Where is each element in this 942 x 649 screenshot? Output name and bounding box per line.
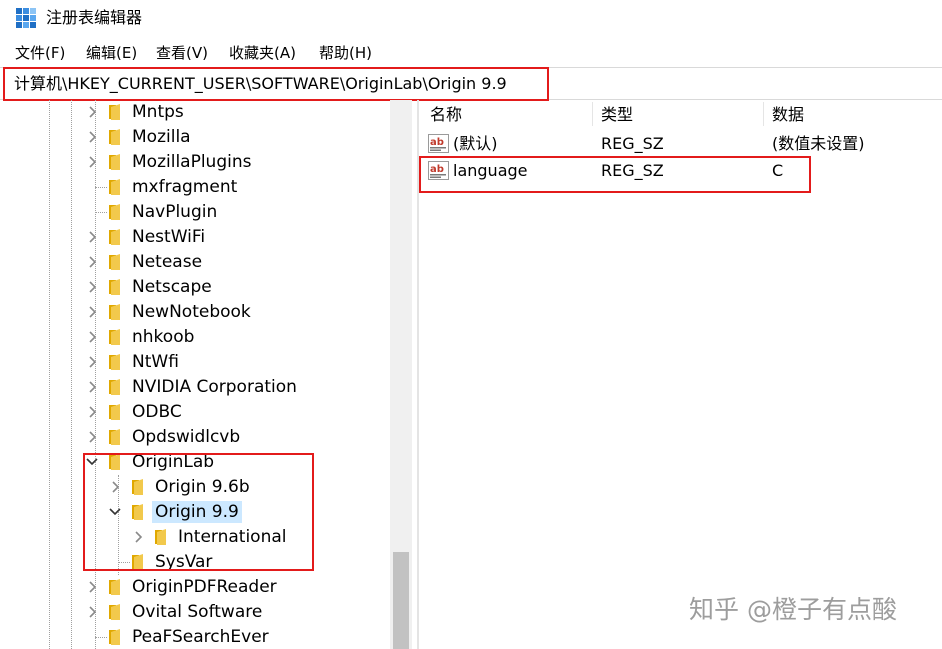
folder-icon (107, 628, 123, 646)
tree-item[interactable]: mxfragment (0, 175, 390, 200)
svg-text:ab: ab (430, 137, 444, 148)
tree-item[interactable]: Opdswidlcvb (0, 425, 390, 450)
chevron-right-icon[interactable] (85, 229, 99, 245)
folder-icon (107, 603, 123, 621)
tree-item-label: ODBC (132, 402, 182, 422)
menu-file[interactable]: 文件(F) (15, 43, 65, 63)
chevron-right-icon[interactable] (85, 254, 99, 270)
tree-item-label: NavPlugin (132, 202, 218, 222)
tree-item-label: MozillaPlugins (132, 152, 252, 172)
registry-editor-icon (16, 8, 36, 28)
folder-icon (107, 178, 123, 196)
tree-item-label: Mntps (132, 102, 184, 122)
tree-item[interactable]: nhkoob (0, 325, 390, 350)
tree-item[interactable]: Mntps (0, 100, 390, 125)
tree-item-label: Opdswidlcvb (132, 427, 241, 447)
chevron-right-icon[interactable] (85, 154, 99, 170)
folder-icon (107, 228, 123, 246)
folder-icon (107, 403, 123, 421)
tree-item[interactable]: NavPlugin (0, 200, 390, 225)
menu-edit[interactable]: 编辑(E) (86, 43, 137, 63)
column-header-name[interactable]: 名称 (430, 104, 462, 126)
tree-item[interactable]: PeaFSearchEver (0, 625, 390, 649)
tree-item[interactable]: OriginPDFReader (0, 575, 390, 600)
tree-item-label: mxfragment (132, 177, 238, 197)
tree-item-label: NVIDIA Corporation (132, 377, 297, 397)
watermark: 知乎 @橙子有点酸 (689, 595, 897, 624)
tree-item[interactable]: MozillaPlugins (0, 150, 390, 175)
address-highlight-box (3, 67, 549, 101)
folder-icon (107, 278, 123, 296)
column-separator[interactable] (763, 102, 764, 126)
value-name: (默认) (453, 134, 498, 153)
folder-icon (107, 153, 123, 171)
chevron-right-icon[interactable] (85, 354, 99, 370)
tree-item-label: Netscape (132, 277, 212, 297)
folder-icon (107, 203, 123, 221)
menu-view[interactable]: 查看(V) (156, 43, 208, 63)
folder-icon (107, 328, 123, 346)
tree-item-label: nhkoob (132, 327, 195, 347)
tree-scroll-thumb[interactable] (393, 552, 409, 649)
tree-item-label: Ovital Software (132, 602, 263, 622)
window-title: 注册表编辑器 (46, 8, 143, 27)
tree-item[interactable]: NtWfi (0, 350, 390, 375)
value-type: REG_SZ (601, 134, 664, 153)
chevron-right-icon[interactable] (85, 279, 99, 295)
folder-icon (107, 303, 123, 321)
tree-item[interactable]: Netease (0, 250, 390, 275)
menu-favorites[interactable]: 收藏夹(A) (229, 43, 296, 63)
chevron-right-icon[interactable] (85, 104, 99, 120)
folder-icon (107, 378, 123, 396)
tree-guide-line (95, 637, 107, 638)
chevron-right-icon[interactable] (85, 379, 99, 395)
column-header-data[interactable]: 数据 (772, 104, 804, 126)
tree-item-label: OriginPDFReader (132, 577, 277, 597)
folder-icon (107, 103, 123, 121)
folder-icon (107, 428, 123, 446)
tree-item-label: PeaFSearchEver (132, 627, 269, 647)
chevron-right-icon[interactable] (85, 304, 99, 320)
folder-icon (107, 253, 123, 271)
tree-item[interactable]: Ovital Software (0, 600, 390, 625)
chevron-right-icon[interactable] (85, 429, 99, 445)
tree-item-label: Mozilla (132, 127, 191, 147)
folder-icon (107, 128, 123, 146)
value-row[interactable]: ab (默认) REG_SZ (数值未设置) (420, 131, 940, 157)
tree-item-label: Netease (132, 252, 203, 272)
title-bar: 注册表编辑器 (0, 0, 942, 38)
tree-item[interactable]: NVIDIA Corporation (0, 375, 390, 400)
tree-item[interactable]: ODBC (0, 400, 390, 425)
language-highlight-box (419, 156, 811, 193)
folder-icon (107, 578, 123, 596)
chevron-right-icon[interactable] (85, 129, 99, 145)
tree-item-label: NewNotebook (132, 302, 251, 322)
tree-item-label: NtWfi (132, 352, 179, 372)
originlab-highlight-box (83, 453, 314, 571)
chevron-right-icon[interactable] (85, 404, 99, 420)
tree-guide-line (95, 212, 107, 213)
tree-guide-line (95, 187, 107, 188)
chevron-right-icon[interactable] (85, 604, 99, 620)
menu-bar: 文件(F) 编辑(E) 查看(V) 收藏夹(A) 帮助(H) (0, 40, 942, 66)
value-data: (数值未设置) (772, 134, 865, 153)
string-value-icon: ab (428, 134, 449, 153)
column-separator[interactable] (592, 102, 593, 126)
chevron-right-icon[interactable] (85, 579, 99, 595)
column-header-type[interactable]: 类型 (601, 104, 633, 126)
folder-icon (107, 353, 123, 371)
tree-item[interactable]: Mozilla (0, 125, 390, 150)
tree-item[interactable]: NestWiFi (0, 225, 390, 250)
tree-item-label: NestWiFi (132, 227, 206, 247)
menu-help[interactable]: 帮助(H) (319, 43, 372, 63)
tree-item[interactable]: Netscape (0, 275, 390, 300)
tree-scrollbar[interactable] (390, 100, 412, 649)
chevron-right-icon[interactable] (85, 329, 99, 345)
tree-item[interactable]: NewNotebook (0, 300, 390, 325)
